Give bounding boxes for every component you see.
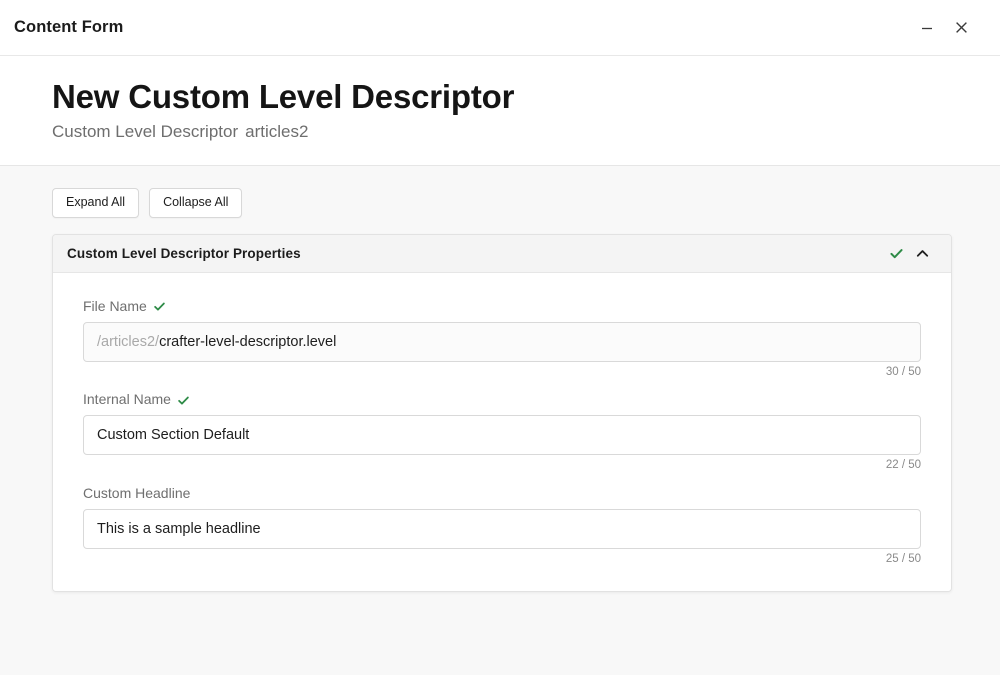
- page-subtitle: Custom Level Descriptor articles2: [52, 121, 1000, 143]
- collapse-all-button[interactable]: Collapse All: [149, 188, 243, 218]
- internal-name-char-counter: 22 / 50: [885, 459, 921, 472]
- window-title: Content Form: [14, 18, 124, 36]
- field-custom-headline: Custom Headline This is a sample headlin…: [83, 486, 921, 566]
- close-button[interactable]: [944, 11, 978, 45]
- field-internal-name-label: Internal Name: [83, 391, 171, 408]
- file-name-input-prefix: /articles2/: [97, 333, 160, 350]
- close-icon: [953, 19, 970, 36]
- section-title: Custom Level Descriptor Properties: [67, 245, 301, 261]
- form-content-area: Expand All Collapse All Custom Level Des…: [0, 166, 1000, 675]
- page-title: New Custom Level Descriptor: [52, 78, 515, 115]
- field-internal-name: Internal Name Custom Section Default 22 …: [83, 392, 921, 472]
- minimize-button[interactable]: [910, 11, 944, 45]
- minimize-icon: [919, 20, 935, 36]
- field-custom-headline-label-row: Custom Headline: [83, 486, 921, 500]
- field-internal-name-label-row: Internal Name: [83, 392, 921, 406]
- section-body: File Name /articles2/crafter-level-descr…: [53, 272, 951, 592]
- section-header[interactable]: Custom Level Descriptor Properties: [53, 234, 951, 273]
- content-form-window: Content Form New Custom Level Descriptor…: [0, 0, 1000, 675]
- field-file-name-check-icon: [153, 300, 166, 313]
- internal-name-input-value: Custom Section Default: [97, 427, 250, 444]
- window-titlebar: Content Form: [0, 0, 1000, 56]
- custom-headline-input-value: This is a sample headline: [97, 520, 261, 537]
- field-internal-name-check-icon: [177, 394, 190, 407]
- field-file-name-label: File Name: [83, 297, 147, 314]
- field-file-name: File Name /articles2/crafter-level-descr…: [83, 299, 921, 379]
- field-file-name-label-row: File Name: [83, 299, 921, 313]
- custom-headline-input[interactable]: This is a sample headline: [83, 508, 921, 549]
- file-name-char-counter: 30 / 50: [885, 365, 921, 378]
- page-subtitle-type: Custom Level Descriptor: [52, 121, 239, 141]
- expand-all-button[interactable]: Expand All: [52, 188, 140, 218]
- internal-name-input[interactable]: Custom Section Default: [83, 415, 921, 456]
- field-custom-headline-label: Custom Headline: [83, 484, 191, 501]
- form-toolbar: Expand All Collapse All: [0, 188, 1000, 234]
- custom-headline-char-counter: 25 / 50: [885, 552, 921, 565]
- section-collapse-toggle-chevron-up-icon[interactable]: [909, 240, 935, 266]
- file-name-input-value: crafter-level-descriptor.level: [159, 333, 337, 350]
- section-valid-check-icon: [883, 240, 909, 266]
- page-header: New Custom Level Descriptor Custom Level…: [0, 56, 1000, 167]
- section-card-wrapper: Custom Level Descriptor Properties File …: [0, 233, 1000, 593]
- page-subtitle-path: articles2: [245, 121, 309, 141]
- file-name-input[interactable]: /articles2/crafter-level-descriptor.leve…: [83, 321, 921, 362]
- custom-level-descriptor-properties-card: Custom Level Descriptor Properties File …: [52, 233, 952, 593]
